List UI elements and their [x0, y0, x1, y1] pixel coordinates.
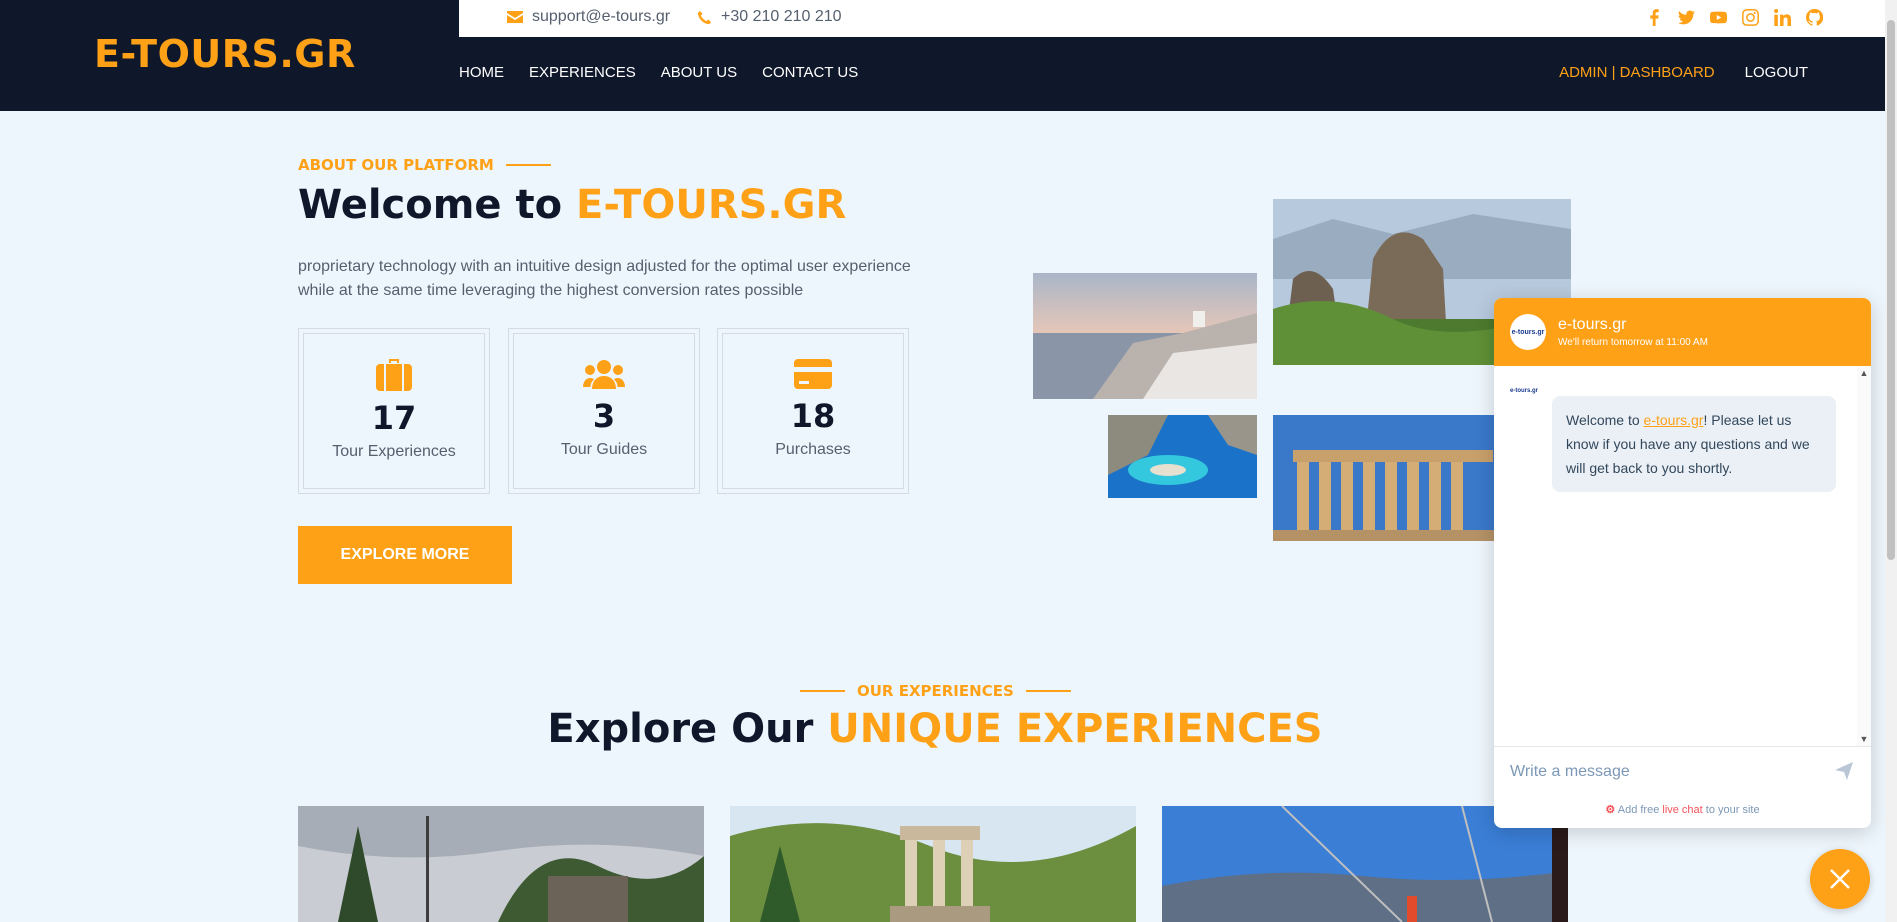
stat-label: Tour Experiences — [332, 443, 456, 460]
message-avatar: e-tours.gr — [1510, 388, 1539, 394]
stat-card-guides: 3 Tour Guides — [508, 328, 700, 494]
stat-number: 18 — [790, 397, 836, 435]
facebook-icon[interactable] — [1645, 8, 1663, 26]
phone-icon — [697, 10, 712, 24]
linkedin-icon[interactable] — [1773, 8, 1791, 26]
chat-scroll-up-arrow[interactable]: ▲ — [1859, 368, 1869, 378]
stat-label: Tour Guides — [560, 441, 648, 458]
footer-prefix: Add free — [1617, 804, 1663, 816]
village-image[interactable] — [298, 806, 704, 922]
nav-about-us[interactable]: ABOUT US — [661, 64, 737, 81]
instagram-icon[interactable] — [1741, 8, 1759, 26]
delphi-image[interactable] — [730, 806, 1136, 922]
footer-suffix: to your site — [1702, 804, 1760, 816]
envelope-icon — [507, 11, 523, 23]
github-icon[interactable] — [1805, 8, 1823, 26]
nav-experiences[interactable]: EXPERIENCES — [529, 64, 636, 81]
twitter-icon[interactable] — [1677, 8, 1695, 26]
nav-home[interactable]: HOME — [459, 64, 504, 81]
welcome-heading: Welcome to E-TOURS.GR — [298, 182, 846, 228]
chat-scroll-down-arrow[interactable]: ▼ — [1859, 734, 1869, 744]
experiences-eyebrow-text: OUR EXPERIENCES — [857, 682, 1014, 700]
experiences-eyebrow: OUR EXPERIENCES — [800, 682, 1071, 700]
social-links — [1645, 8, 1823, 26]
about-eyebrow: ABOUT OUR PLATFORM — [298, 156, 551, 174]
footer-live-chat-link[interactable]: live chat — [1662, 804, 1702, 816]
top-info-bar: support@e-tours.gr +30 210 210 210 — [459, 0, 1885, 37]
experiences-heading-prefix: Explore Our — [547, 706, 814, 752]
phone-text: +30 210 210 210 — [721, 8, 842, 25]
welcome-prefix: Welcome to — [298, 182, 563, 228]
email-text: support@e-tours.gr — [532, 8, 671, 25]
santorini-image — [1033, 273, 1257, 399]
main-nav: HOME EXPERIENCES ABOUT US CONTACT US — [459, 64, 858, 81]
message-site-link[interactable]: e-tours.gr — [1644, 412, 1704, 428]
chat-messages-area[interactable]: e-tours.gr Welcome to e-tours.gr! Please… — [1494, 366, 1871, 746]
admin-dashboard-link[interactable]: ADMIN | DASHBOARD — [1559, 64, 1715, 81]
parthenon-image — [1273, 415, 1495, 541]
stat-number: 3 — [592, 397, 616, 435]
about-description: proprietary technology with an intuitive… — [298, 258, 911, 299]
message-prefix: Welcome to — [1566, 412, 1644, 428]
chat-message-input[interactable] — [1508, 759, 1812, 785]
send-icon[interactable] — [1835, 762, 1853, 785]
navagio-image — [1108, 415, 1257, 498]
eyebrow-divider — [505, 164, 551, 166]
stat-number: 17 — [371, 399, 417, 437]
chat-powered-by[interactable]: ⚙ Add free live chat to your site — [1494, 803, 1871, 816]
eyebrow-divider — [800, 690, 845, 692]
page-scrollbar-thumb[interactable] — [1887, 20, 1895, 560]
chat-header: e-tours.gr e-tours.gr We'll return tomor… — [1494, 298, 1871, 366]
eyebrow-divider — [1025, 690, 1071, 692]
stat-card-purchases: 18 Purchases — [717, 328, 909, 494]
experiences-heading-accent: UNIQUE EXPERIENCES — [827, 706, 1323, 752]
site-header: E-TOURS.GR support@e-tours.gr +30 210 21… — [0, 0, 1885, 111]
chat-company-name: e-tours.gr — [1558, 316, 1627, 333]
credit-card-icon — [794, 359, 832, 389]
site-logo[interactable]: E-TOURS.GR — [94, 32, 356, 76]
chat-close-button[interactable] — [1810, 849, 1870, 909]
suitcase-icon — [376, 359, 412, 391]
contact-email[interactable]: support@e-tours.gr — [507, 8, 670, 26]
chat-compose-bar — [1494, 746, 1871, 797]
hubspot-icon: ⚙ — [1605, 804, 1616, 816]
welcome-message: Welcome to e-tours.gr! Please let us kno… — [1552, 396, 1836, 492]
chat-avatar: e-tours.gr — [1510, 314, 1546, 350]
live-chat-widget: e-tours.gr e-tours.gr We'll return tomor… — [1494, 298, 1871, 828]
stat-card-experiences: 17 Tour Experiences — [298, 328, 490, 494]
page-scrollbar[interactable] — [1885, 0, 1897, 922]
welcome-accent: E-TOURS.GR — [576, 182, 847, 228]
logout-link[interactable]: LOGOUT — [1745, 64, 1808, 81]
nav-contact-us[interactable]: CONTACT US — [762, 64, 858, 81]
explore-more-button[interactable]: EXPLORE MORE — [298, 526, 512, 584]
chat-avatar-text: e-tours.gr — [1511, 328, 1545, 336]
contact-phone[interactable]: +30 210 210 210 — [697, 8, 842, 26]
close-icon — [1830, 869, 1850, 889]
youtube-icon[interactable] — [1709, 8, 1727, 26]
chat-availability-status: We'll return tomorrow at 11:00 AM — [1558, 337, 1708, 348]
stat-label: Purchases — [775, 441, 851, 458]
about-eyebrow-text: ABOUT OUR PLATFORM — [298, 156, 494, 174]
account-nav: ADMIN | DASHBOARD LOGOUT — [1559, 64, 1808, 81]
users-icon — [583, 360, 625, 389]
